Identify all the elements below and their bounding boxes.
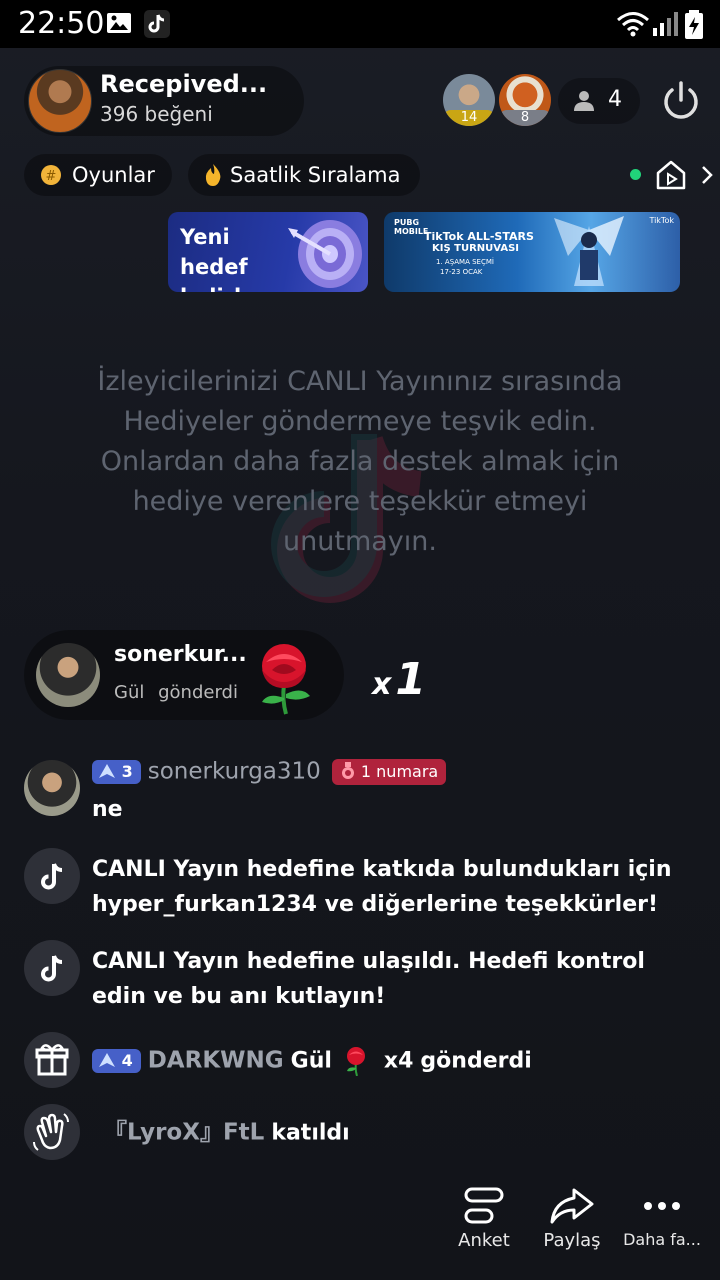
gift-verb: gönderdi [420, 1048, 532, 1074]
gift-name: Gül [290, 1048, 332, 1074]
signal-icon [653, 12, 678, 36]
hourly-ranking-chip[interactable]: Saatlik Sıralama [188, 154, 420, 196]
gift-description: Gül gönderdi [114, 682, 246, 703]
join-event-avatar [24, 1104, 80, 1160]
status-time: 22:50 [18, 6, 105, 41]
rose-icon [262, 644, 310, 715]
join-verb: katıldı [271, 1120, 350, 1146]
poll-icon [464, 1187, 504, 1224]
rank-badge: 1 numara [331, 759, 447, 785]
svg-text:#: # [46, 169, 57, 184]
set-goal-banner[interactable]: Yeni hedef belirle [168, 212, 368, 292]
games-chip[interactable]: # Oyunlar [24, 154, 172, 196]
viewer-rank-badge: 8 [499, 110, 551, 126]
status-bar: 22:50 [0, 0, 720, 48]
system-message: CANLI Yayın hedefine ulaşıldı. Hedefi ko… [92, 949, 645, 1009]
more-button[interactable]: Daha fa... [620, 1186, 704, 1249]
host-profile-pill[interactable]: Recepived... 396 beğeni [24, 66, 304, 136]
poll-label: Anket [458, 1230, 510, 1251]
medal-icon [341, 762, 354, 779]
tiktok-notif-icon [144, 10, 170, 38]
more-icon [644, 1202, 680, 1210]
share-label: Paylaş [543, 1230, 601, 1251]
share-button[interactable]: Paylaş [536, 1186, 608, 1251]
set-goal-text: Yeni hedef belirle [180, 222, 300, 292]
promo-stage: 1. AŞAMA SEÇMİ [436, 258, 494, 266]
viewer-count: 4 [608, 87, 622, 112]
gift-icon [35, 1044, 69, 1076]
chat-username[interactable]: sonerkurga310 [148, 759, 321, 785]
host-likes: 396 beğeni [100, 102, 213, 126]
viewer-count-pill[interactable]: 4 [558, 78, 640, 124]
battery-icon [685, 10, 703, 39]
join-event-message[interactable]: 『LyroX』FtL katıldı [104, 1115, 350, 1151]
person-icon [574, 91, 594, 111]
target-icon [288, 220, 362, 288]
level-arrow-icon [99, 1053, 115, 1067]
rank-label: 1 numara [360, 762, 439, 781]
chat-username[interactable]: DARKWNG [148, 1048, 284, 1074]
live-indicator-dot [630, 169, 641, 180]
gift-multiplier: x1 [372, 654, 426, 705]
gift-event-avatar [24, 1032, 80, 1088]
tiktok-logo-icon [41, 955, 63, 982]
level-badge: 3 [92, 760, 141, 784]
host-name: Recepived... [100, 70, 268, 98]
top-viewer-avatar[interactable]: 14 [443, 74, 495, 126]
multiplier-x: x [372, 667, 392, 702]
gift-action: gönderdi [158, 682, 238, 703]
promo-dates: 17-23 OCAK [440, 268, 483, 276]
level-arrow-icon [99, 764, 115, 778]
level-number: 3 [121, 762, 133, 781]
gift-hint-text: İzleyicilerinizi CANLI Yayınınız sırasın… [97, 366, 623, 557]
chevron-right-icon[interactable] [700, 164, 714, 186]
level-badge: 4 [92, 1049, 141, 1073]
promo-subtitle: KIŞ TURNUVASI [432, 243, 520, 254]
chat-avatar[interactable] [24, 760, 80, 816]
multiplier-number: 1 [395, 654, 426, 705]
promo-corner: TikTok [649, 216, 674, 225]
wave-hand-icon [33, 1113, 69, 1151]
home-play-icon[interactable] [654, 158, 688, 192]
system-avatar [24, 848, 80, 904]
flame-icon [205, 164, 221, 186]
chat-message[interactable]: 3 sonerkurga310 1 numara ne [92, 754, 447, 827]
top-viewer-avatar[interactable]: 8 [499, 74, 551, 126]
gifter-name: sonerkur... [114, 642, 247, 667]
hourly-ranking-label: Saatlik Sıralama [230, 163, 401, 187]
image-icon [107, 13, 131, 33]
host-avatar[interactable] [28, 69, 92, 133]
poll-button[interactable]: Anket [452, 1186, 516, 1251]
share-icon [550, 1188, 594, 1224]
chat-username[interactable]: 『LyroX』FtL [104, 1120, 264, 1146]
character-art-icon [554, 216, 624, 286]
power-icon[interactable] [660, 80, 702, 122]
set-goal-line2: belirle [180, 282, 300, 292]
chat-text: ne [92, 796, 123, 822]
gift-count: x4 [383, 1048, 414, 1074]
pubg-tournament-banner[interactable]: PUBG MOBILE TikTok ALL-STARS KIŞ TURNUVA… [384, 212, 680, 292]
rose-icon [346, 1047, 365, 1077]
tiktok-logo-icon [41, 863, 63, 890]
gift-name: Gül [114, 682, 145, 703]
promo-title: TikTok ALL-STARS [424, 230, 534, 243]
gifter-avatar[interactable] [36, 643, 100, 707]
system-message: CANLI Yayın hedefine katkıda bulunduklar… [92, 857, 672, 917]
more-label: Daha fa... [623, 1230, 701, 1249]
gift-event-message[interactable]: 4 DARKWNG Gül x4 gönderdi [92, 1043, 532, 1079]
set-goal-line1: Yeni hedef [180, 225, 248, 279]
viewer-rank-badge: 14 [443, 110, 495, 126]
games-label: Oyunlar [72, 163, 155, 187]
wifi-icon [617, 12, 649, 37]
system-avatar [24, 940, 80, 996]
games-icon: # [41, 165, 61, 185]
live-stream-screen: 22:50 Recepived... 396 beğeni 14 8 4 # O… [0, 0, 720, 1280]
level-number: 4 [121, 1051, 133, 1070]
